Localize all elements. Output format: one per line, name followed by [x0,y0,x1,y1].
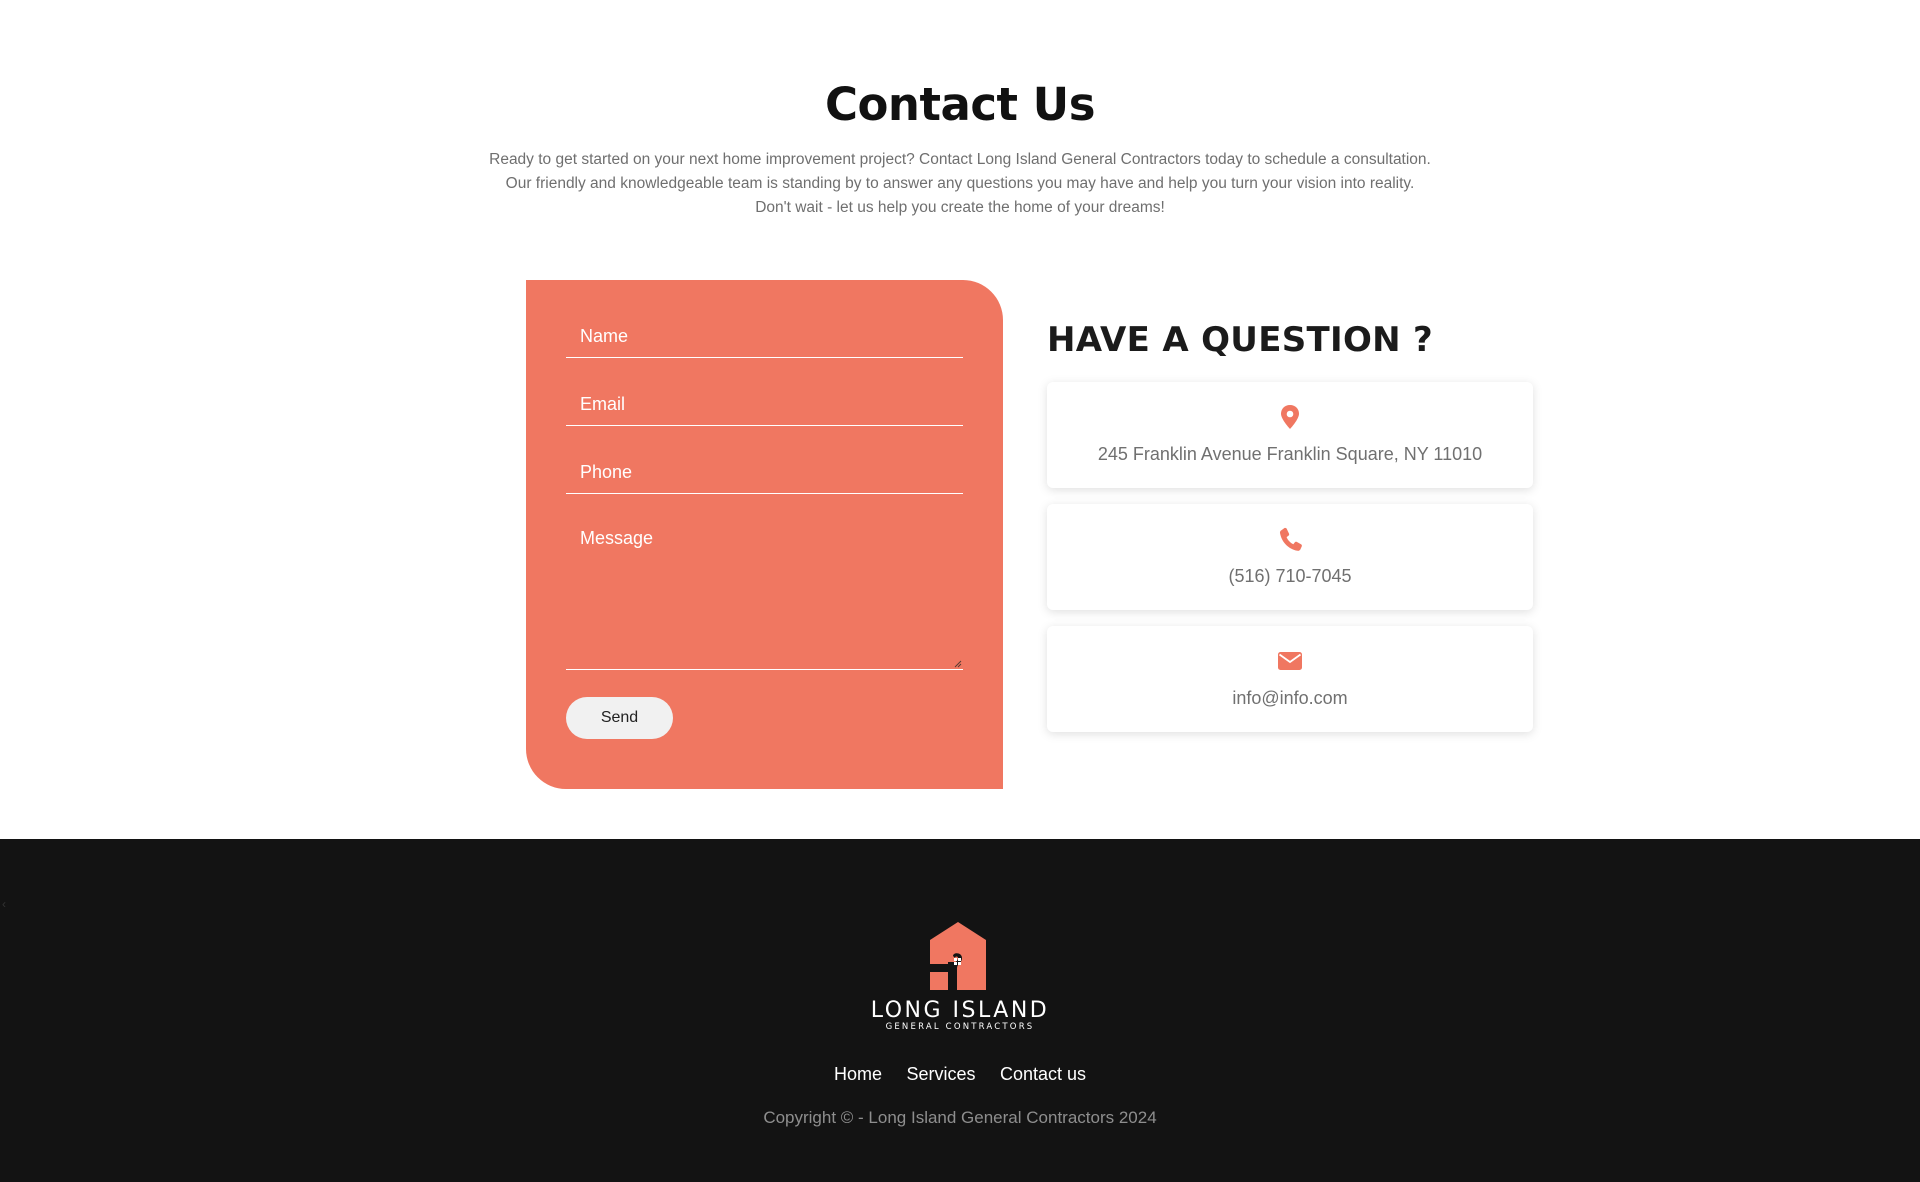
page-title: Contact Us [824,78,1096,131]
send-button[interactable]: Send [566,697,673,739]
map-pin-icon [1281,405,1299,429]
copyright: Copyright © - Long Island General Contra… [763,1108,1157,1127]
message-placeholder: Message [580,528,654,548]
footer-link-services[interactable]: Services [906,1064,975,1084]
intro-line: Ready to get started on your next home i… [489,151,1431,168]
chevron-left-icon[interactable]: ‹ [2,897,6,911]
logo-wordmark[interactable]: LONG ISLAND [0,998,1920,1023]
footer-nav: Home Services Contact us [0,1064,1920,1085]
envelope-icon [1278,652,1302,670]
phone-input[interactable]: Phone [566,446,963,494]
email-card: info@info.com [1047,626,1533,732]
phone-text[interactable]: (516) 710-7045 [1047,566,1533,587]
intro-line: Our friendly and knowledgeable team is s… [505,175,1415,192]
logo-house-icon [924,922,986,990]
contact-intro: Ready to get started on your next home i… [0,148,1920,220]
footer-link-contact[interactable]: Contact us [1000,1064,1086,1084]
resize-grip-icon[interactable] [952,658,962,668]
email-text[interactable]: info@info.com [1047,688,1533,709]
phone-card: (516) 710-7045 [1047,504,1533,610]
logo-tagline: GENERAL CONTRACTORS [885,1022,1035,1032]
footer-link-home[interactable]: Home [834,1064,882,1084]
message-textarea[interactable]: Message [566,514,963,670]
address-text: 245 Franklin Avenue Franklin Square, NY … [1097,444,1483,464]
question-title: HAVE A QUESTION ? [1047,320,1434,360]
name-input[interactable]: Name [566,310,963,358]
phone-icon [1279,527,1302,551]
address-card: 245 Franklin Avenue Franklin Square, NY … [1047,382,1533,488]
email-input[interactable]: Email [566,378,963,426]
intro-line: Don't wait - let us help you create the … [755,199,1165,216]
